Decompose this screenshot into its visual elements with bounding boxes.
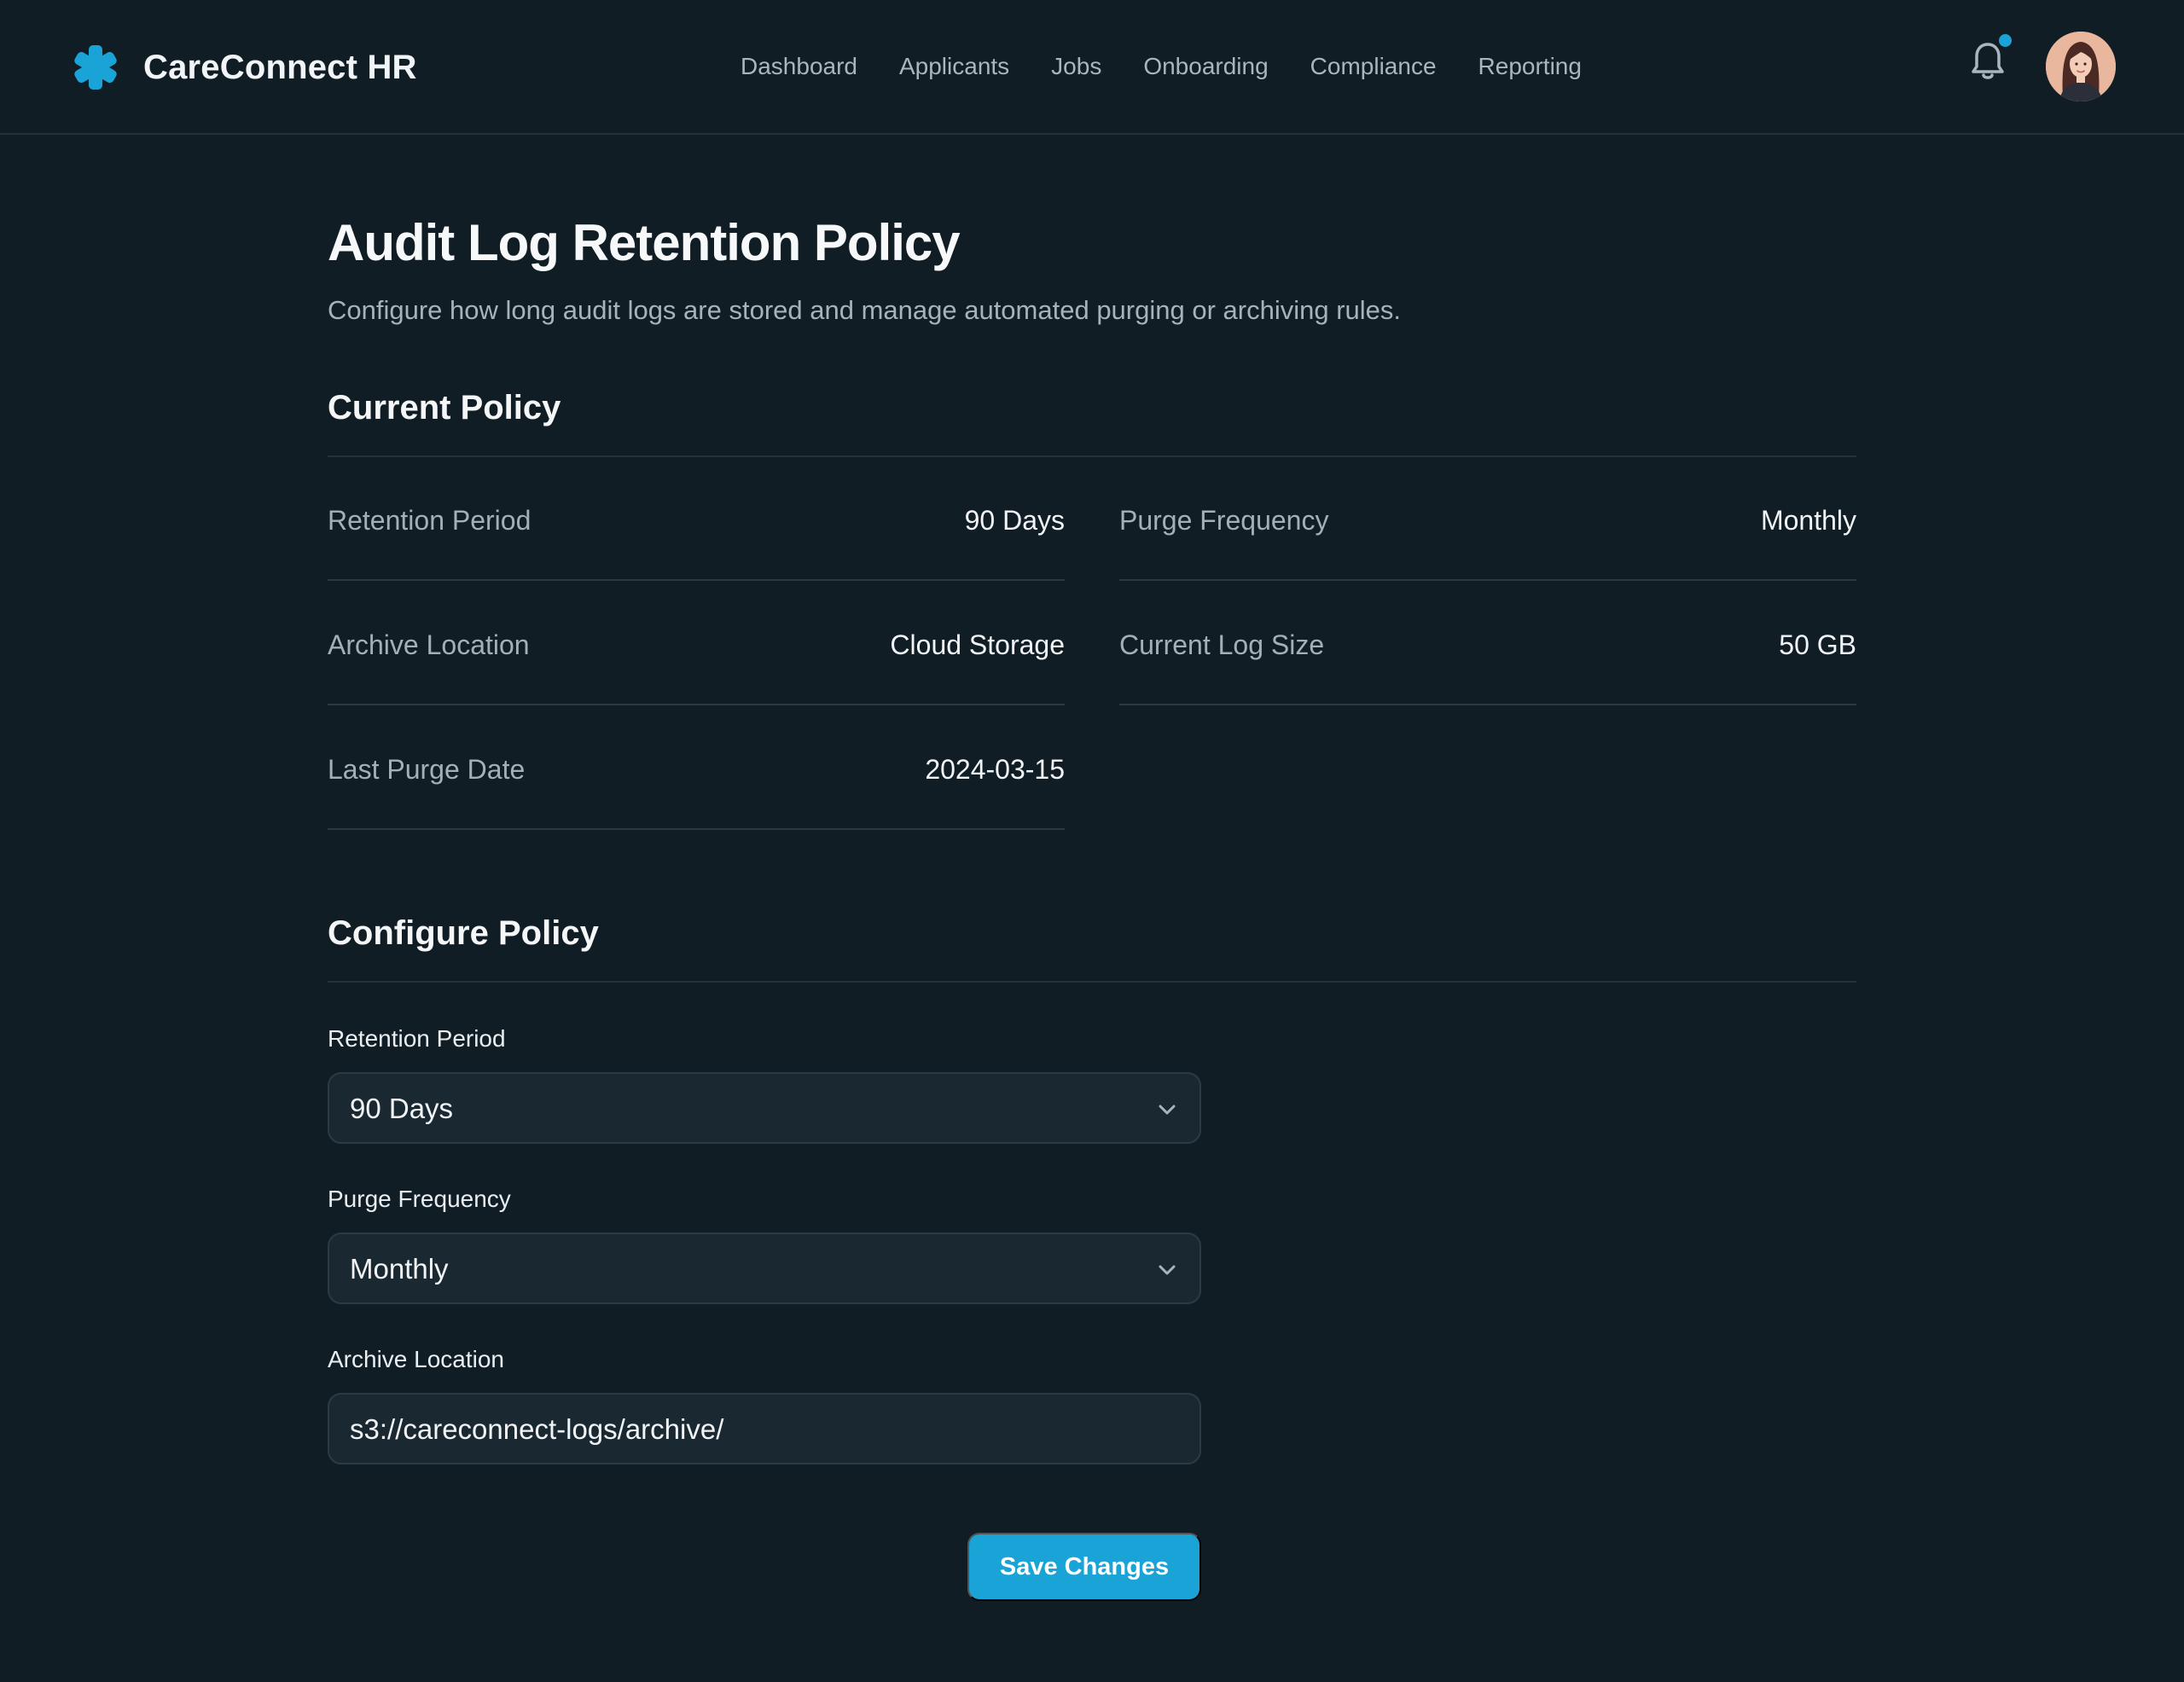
policy-item-label: Purge Frequency xyxy=(1119,505,1329,536)
policy-item-value: 90 Days xyxy=(964,505,1065,536)
policy-item-current-log-size: Current Log Size 50 GB xyxy=(1119,581,1856,705)
archive-location-value: s3://careconnect-logs/archive/ xyxy=(350,1413,724,1445)
current-policy-heading: Current Policy xyxy=(328,389,561,426)
retention-period-selected-value: 90 Days xyxy=(350,1093,454,1124)
policy-item-label: Archive Location xyxy=(328,629,530,660)
user-avatar-image xyxy=(2046,32,2116,102)
bell-icon[interactable] xyxy=(1969,41,2007,82)
top-navigation-bar: CareConnect HR Dashboard Applicants Jobs… xyxy=(0,0,2184,135)
policy-item-purge-frequency: Purge Frequency Monthly xyxy=(1119,456,1856,581)
main-navigation: Dashboard Applicants Jobs Onboarding Com… xyxy=(741,48,1582,85)
nav-item-jobs[interactable]: Jobs xyxy=(1051,53,1101,80)
policy-item-value: 50 GB xyxy=(1779,629,1856,660)
section-divider xyxy=(328,981,1856,983)
notification-badge xyxy=(1999,34,2012,47)
policy-item-label: Last Purge Date xyxy=(328,754,526,785)
purge-frequency-label: Purge Frequency xyxy=(328,1186,511,1212)
chevron-down-icon xyxy=(1159,1105,1176,1115)
page-title: Audit Log Retention Policy xyxy=(328,214,961,271)
save-changes-button[interactable]: Save Changes xyxy=(967,1533,1201,1601)
page-subtitle: Configure how long audit logs are stored… xyxy=(328,295,1401,325)
chevron-down-icon xyxy=(1159,1265,1176,1275)
policy-item-value: Monthly xyxy=(1760,505,1856,536)
nav-item-reporting[interactable]: Reporting xyxy=(1478,53,1582,80)
retention-period-label: Retention Period xyxy=(328,1025,506,1052)
nav-item-compliance[interactable]: Compliance xyxy=(1310,53,1437,80)
archive-location-label: Archive Location xyxy=(328,1346,505,1372)
purge-frequency-selected-value: Monthly xyxy=(350,1253,449,1285)
nav-item-dashboard[interactable]: Dashboard xyxy=(741,53,857,80)
archive-location-input[interactable]: s3://careconnect-logs/archive/ xyxy=(328,1393,1201,1464)
nav-item-applicants[interactable]: Applicants xyxy=(899,53,1009,80)
policy-item-last-purge-date: Last Purge Date 2024-03-15 xyxy=(328,705,1065,830)
nav-item-onboarding[interactable]: Onboarding xyxy=(1143,53,1268,80)
medical-asterisk-icon xyxy=(74,45,117,90)
configure-policy-heading: Configure Policy xyxy=(328,914,599,952)
purge-frequency-select[interactable]: Monthly xyxy=(328,1232,1201,1304)
policy-item-retention-period: Retention Period 90 Days xyxy=(328,456,1065,581)
app-name: CareConnect HR xyxy=(143,48,417,86)
avatar[interactable] xyxy=(2046,32,2116,102)
policy-item-label: Retention Period xyxy=(328,505,531,536)
brand[interactable]: CareConnect HR xyxy=(72,41,417,94)
retention-period-select[interactable]: 90 Days xyxy=(328,1072,1201,1144)
policy-item-value: Cloud Storage xyxy=(890,629,1065,660)
policy-item-label: Current Log Size xyxy=(1119,629,1325,660)
policy-item-archive-location: Archive Location Cloud Storage xyxy=(328,581,1065,705)
policy-item-value: 2024-03-15 xyxy=(925,754,1065,785)
